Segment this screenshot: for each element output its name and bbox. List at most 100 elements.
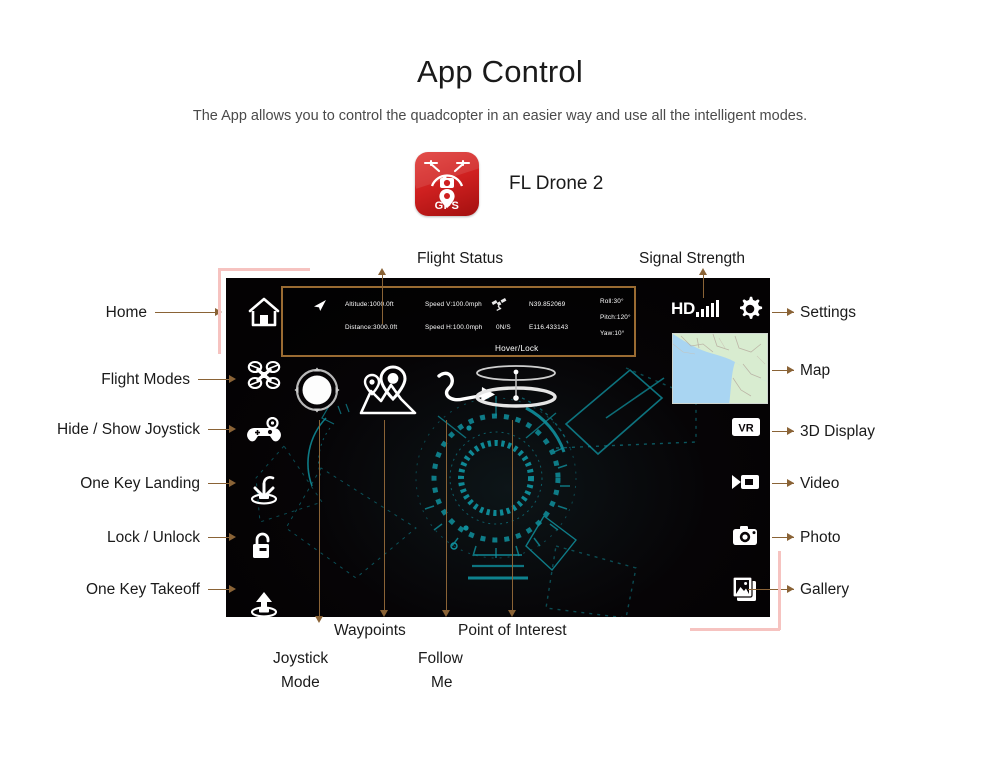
connector-point-of-interest xyxy=(512,420,514,610)
callout-waypoints: Waypoints xyxy=(334,622,406,639)
sidebar-item-one-key-landing[interactable] xyxy=(247,474,281,511)
callout-one-key-landing: One Key Landing xyxy=(80,475,200,492)
callout-point-of-interest: Point of Interest xyxy=(458,622,567,639)
drone-landing-icon[interactable] xyxy=(247,474,281,506)
drone-takeoff-icon[interactable] xyxy=(247,588,281,617)
bracket-gallery-horizontal xyxy=(690,628,780,631)
arrowhead-signal-strength xyxy=(699,268,708,275)
arrowhead-one-key-landing xyxy=(229,479,236,487)
sidebar-item-joystick-toggle[interactable] xyxy=(247,416,281,452)
device-screen: Altitude:1000.0ft Distance:3000.0ft Spee… xyxy=(226,278,770,617)
waypoints-control[interactable] xyxy=(357,365,419,422)
sidebar-item-video[interactable] xyxy=(731,471,761,498)
callout-flight-status: Flight Status xyxy=(417,250,504,267)
connector-flight-modes xyxy=(198,379,230,381)
svg-text:VR: VR xyxy=(738,422,753,434)
joystick-ring-icon[interactable] xyxy=(293,366,341,414)
page-title: App Control xyxy=(417,54,583,89)
telemetry-speed-h: Speed H:100.0mph xyxy=(425,324,483,331)
page-subtitle: The App allows you to control the quadco… xyxy=(192,108,808,124)
arrowhead-one-key-takeoff xyxy=(229,585,236,593)
home-icon[interactable] xyxy=(247,296,281,328)
telemetry-yaw: Yaw:10° xyxy=(600,330,625,337)
telemetry-speed-v: Speed V:100.0mph xyxy=(425,301,482,308)
connector-flight-status xyxy=(382,274,384,324)
padlock-open-icon[interactable] xyxy=(248,531,278,563)
arrowhead-joystick-mode xyxy=(315,616,324,623)
flight-status-text: Hover/Lock xyxy=(495,344,539,353)
page-root: App Control The App allows you to contro… xyxy=(0,0,1000,760)
quadcopter-icon[interactable] xyxy=(247,359,281,391)
callout-follow-me-line1: Follow xyxy=(418,650,463,667)
telemetry-distance: Distance:3000.0ft xyxy=(345,324,398,331)
signal-bars xyxy=(695,300,721,317)
signal-strength-indicator: HD xyxy=(671,300,721,317)
telemetry-readouts: Altitude:1000.0ft Distance:3000.0ft Spee… xyxy=(283,288,634,340)
callout-joystick-toggle: Hide / Show Joystick xyxy=(57,421,200,438)
sidebar-item-3d-display[interactable]: VR xyxy=(731,417,761,442)
callout-photo: Photo xyxy=(800,529,841,546)
arrowhead-point-of-interest xyxy=(508,610,517,617)
video-camera-icon[interactable] xyxy=(731,471,761,493)
map-thumbnail[interactable] xyxy=(672,333,768,404)
connector-follow-me xyxy=(446,420,448,610)
callout-gallery: Gallery xyxy=(800,581,850,598)
app-name: FL Drone 2 xyxy=(509,173,604,194)
connector-lock-unlock xyxy=(208,537,230,539)
callout-signal-strength: Signal Strength xyxy=(639,250,745,267)
arrowhead-lock-unlock xyxy=(229,533,236,541)
arrowhead-3d-display xyxy=(787,427,794,435)
sidebar-item-flight-modes[interactable] xyxy=(247,359,281,396)
photo-camera-icon[interactable] xyxy=(731,524,761,548)
sidebar-item-lock-unlock[interactable] xyxy=(248,531,278,568)
arrowhead-flight-modes xyxy=(229,375,236,383)
sidebar-item-gallery[interactable] xyxy=(732,576,762,607)
telemetry-latitude: N39.852069 xyxy=(529,301,566,308)
telemetry-roll: Roll:30° xyxy=(600,298,624,305)
connector-joystick-toggle xyxy=(208,429,230,431)
arrowhead-joystick-toggle xyxy=(229,425,236,433)
point-of-interest-control[interactable] xyxy=(474,363,558,414)
telemetry-longitude: E116.433143 xyxy=(529,324,569,331)
callout-follow-me-line2: Me xyxy=(431,674,453,691)
connector-waypoints xyxy=(384,420,386,610)
drone-camera-gps-icon: GPS xyxy=(415,152,479,216)
arrowhead-settings xyxy=(787,308,794,316)
callout-lock-unlock: Lock / Unlock xyxy=(106,529,200,546)
app-icon-badge-text: GPS xyxy=(434,200,460,212)
arrowhead-photo xyxy=(787,533,794,541)
map-pins-icon[interactable] xyxy=(357,365,419,417)
sidebar-item-photo[interactable] xyxy=(731,524,761,553)
gamepad-icon[interactable] xyxy=(247,416,281,447)
connector-one-key-landing xyxy=(208,483,230,485)
callout-3d-display: 3D Display xyxy=(800,423,875,440)
callout-one-key-takeoff: One Key Takeoff xyxy=(85,581,200,598)
settings-button[interactable] xyxy=(737,296,763,327)
callout-joystick-mode-line2: Mode xyxy=(281,674,320,691)
telemetry-satellites: 0N/S xyxy=(496,324,511,331)
connector-home xyxy=(155,312,215,314)
connector-joystick-mode xyxy=(319,420,321,616)
sidebar-item-one-key-takeoff[interactable] xyxy=(247,588,281,617)
telemetry-altitude: Altitude:1000.0ft xyxy=(345,301,394,308)
sidebar-item-home[interactable] xyxy=(247,296,281,333)
bracket-home-vertical xyxy=(218,268,221,354)
app-badge: GPS FL Drone 2 xyxy=(415,152,603,216)
arrowhead-gallery xyxy=(787,585,794,593)
vr-icon[interactable]: VR xyxy=(731,417,761,437)
connector-signal-strength xyxy=(703,274,705,298)
arrowhead-follow-me xyxy=(442,610,451,617)
bracket-gallery-vertical xyxy=(778,551,781,630)
arrowhead-waypoints xyxy=(380,610,389,617)
callout-settings: Settings xyxy=(800,304,857,321)
joystick-control[interactable] xyxy=(293,366,341,419)
telemetry-pitch: Pitch:120° xyxy=(600,314,631,321)
arrowhead-video xyxy=(787,479,794,487)
gear-icon[interactable] xyxy=(737,296,763,322)
callout-map: Map xyxy=(800,362,831,379)
telemetry-panel: Altitude:1000.0ft Distance:3000.0ft Spee… xyxy=(281,286,636,357)
signal-quality-label: HD xyxy=(671,299,695,318)
callout-joystick-mode-line1: Joystick xyxy=(273,650,329,667)
orbit-rings-icon[interactable] xyxy=(474,363,558,409)
arrowhead-map xyxy=(787,366,794,374)
